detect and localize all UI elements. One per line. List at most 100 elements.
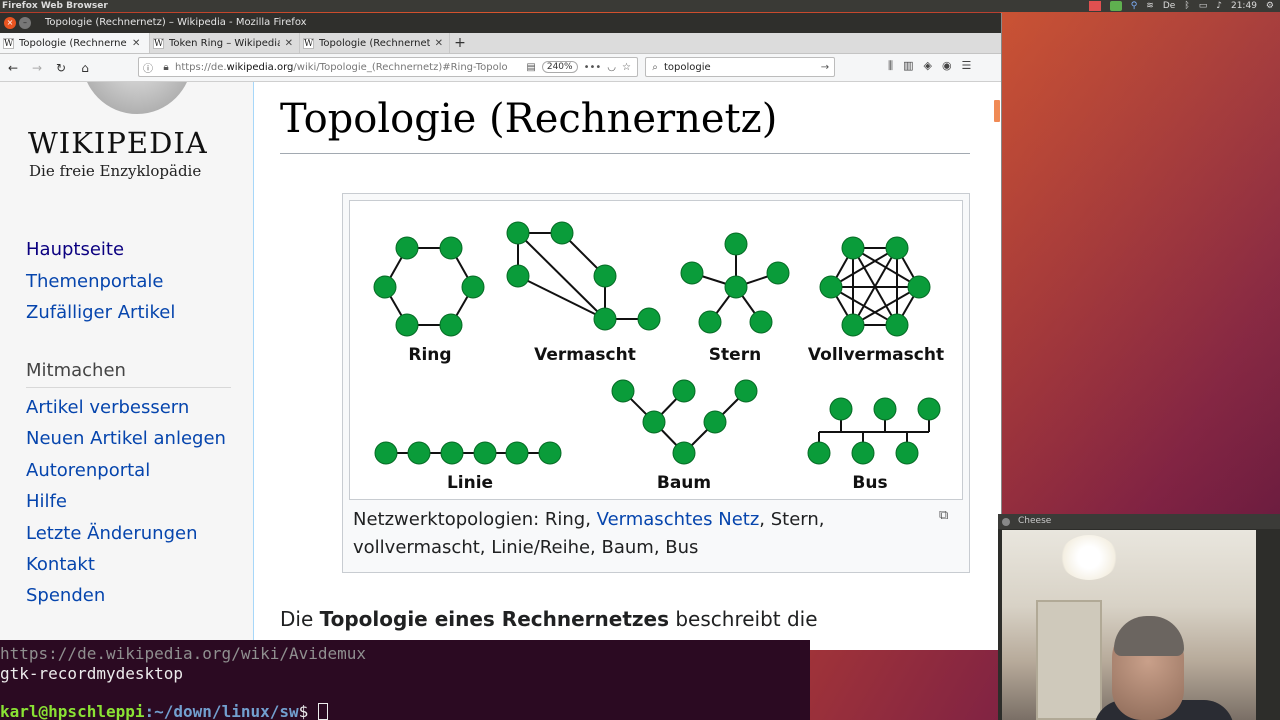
active-app-title: Firefox Web Browser xyxy=(2,1,108,11)
url-text[interactable]: https://de.wikipedia.org/wiki/Topologie_… xyxy=(175,62,526,73)
wiki-sidebar: WIKIPEDIA Die freie Enzyklopädie Hauptse… xyxy=(0,82,254,650)
nav-link[interactable]: Letzte Änderungen xyxy=(26,523,198,544)
caption-link-vermaschtes-netz[interactable]: Vermaschtes Netz xyxy=(597,509,760,530)
label-star: Stern xyxy=(709,345,761,365)
update-icon[interactable] xyxy=(1109,1,1122,11)
nav-item-zufaelliger-artikel: Zufälliger Artikel xyxy=(26,302,175,334)
section-heading-mitmachen: Mitmachen xyxy=(26,360,231,388)
label-mesh: Vermascht xyxy=(534,345,636,365)
cheese-title: Cheese xyxy=(1018,516,1052,526)
topology-figure-image[interactable]: Ring Vermascht Stern Vollvermascht Linie… xyxy=(349,200,963,500)
nav-link[interactable]: Hauptseite xyxy=(26,239,124,260)
nav-link[interactable]: Autorenportal xyxy=(26,460,150,481)
forward-button[interactable]: → xyxy=(28,59,46,77)
wikipedia-globe-logo-icon[interactable] xyxy=(82,82,192,114)
webcam-feed xyxy=(1002,530,1256,720)
bluetooth-icon[interactable]: ᛒ xyxy=(1184,0,1189,12)
wallpaper-highlight xyxy=(1000,12,1280,522)
tab-label: Token Ring – Wikipedia xyxy=(169,37,280,49)
search-bar[interactable]: ⌕ → xyxy=(645,57,835,77)
record-indicator-icon[interactable] xyxy=(1088,1,1101,11)
article-content: Topologie (Rechnernetz) Ring Vermascht S… xyxy=(280,82,970,631)
ring-topology: Ring xyxy=(373,236,485,365)
label-bus: Bus xyxy=(852,473,887,493)
url-bar[interactable]: ⓘ 🔒︎ https://de.wikipedia.org/wiki/Topol… xyxy=(138,57,638,77)
tab-close-icon[interactable]: ✕ xyxy=(285,38,293,49)
mesh-topology: Vermascht xyxy=(506,221,661,365)
cheese-window: Cheese xyxy=(998,514,1280,720)
new-tab-button[interactable]: + xyxy=(450,33,470,53)
bus-topology: Bus xyxy=(807,397,941,493)
wifi-icon[interactable]: ≋ xyxy=(1146,0,1154,12)
settings-gear-icon[interactable]: ⚙ xyxy=(1266,0,1274,12)
page-viewport: WIKIPEDIA Die freie Enzyklopädie Hauptse… xyxy=(0,82,1001,650)
window-minimize-button[interactable]: – xyxy=(19,17,31,29)
terminal-window[interactable]: https://de.wikipedia.org/wiki/Avidemux g… xyxy=(0,640,810,720)
nav-item: Artikel verbessern xyxy=(26,397,241,419)
pocket-icon[interactable]: ◡ xyxy=(607,62,616,73)
label-full-mesh: Vollvermascht xyxy=(808,345,944,365)
reload-button[interactable]: ↻ xyxy=(52,59,70,77)
tab-close-icon[interactable]: ✕ xyxy=(132,38,140,49)
nav-link[interactable]: Artikel verbessern xyxy=(26,397,189,418)
intro-paragraph: Die Topologie eines Rechnernetzes beschr… xyxy=(280,607,818,631)
tab-topologie-second[interactable]: W Topologie (Rechnernetz) ✕ xyxy=(300,33,450,53)
scrollbar-thumb[interactable] xyxy=(994,100,1000,122)
label-line: Linie xyxy=(447,473,493,493)
search-go-icon[interactable]: → xyxy=(816,62,834,73)
wikipedia-favicon-icon: W xyxy=(303,37,314,49)
tree-topology: Baum xyxy=(611,379,758,493)
reader-view-icon[interactable]: ▤ xyxy=(526,62,535,73)
volume-icon[interactable]: ♪ xyxy=(1216,0,1222,12)
terminal-cursor xyxy=(317,703,328,720)
info-icon[interactable]: ⓘ xyxy=(139,60,157,75)
tab-close-icon[interactable]: ✕ xyxy=(435,38,443,49)
nav-link[interactable]: Themenportale xyxy=(26,271,164,292)
back-button[interactable]: ← xyxy=(4,59,22,77)
home-button[interactable]: ⌂ xyxy=(76,59,94,77)
window-close-button[interactable]: × xyxy=(4,17,16,29)
clock[interactable]: 21:49 xyxy=(1231,0,1257,12)
figure-thumbnail: Ring Vermascht Stern Vollvermascht Linie… xyxy=(342,193,970,573)
library-icon[interactable]: ⫼ xyxy=(888,59,893,73)
wikipedia-wordmark[interactable]: WIKIPEDIA xyxy=(28,126,208,160)
nav-item-hauptseite: Hauptseite xyxy=(26,239,175,271)
page-actions-icon[interactable]: ••• xyxy=(584,62,602,73)
tab-label: Topologie (Rechnernetz) xyxy=(319,37,430,49)
nav-link[interactable]: Hilfe xyxy=(26,491,67,512)
tab-topologie-active[interactable]: W Topologie (Rechnernetz) ✕ xyxy=(0,33,150,53)
nav-link[interactable]: Kontakt xyxy=(26,554,95,575)
nav-item: Spenden xyxy=(26,585,241,607)
top-panel: Firefox Web Browser ⚲ ≋ De ᛒ ▭ ♪ 21:49 ⚙ xyxy=(0,0,1280,12)
nav-link[interactable]: Neuen Artikel anlegen xyxy=(26,428,226,449)
sync-icon[interactable]: ◉ xyxy=(942,59,952,73)
enlarge-image-icon[interactable]: ⧉ xyxy=(939,508,957,523)
window-titlebar: × – Topologie (Rechnernetz) – Wikipedia … xyxy=(0,13,1001,33)
wikipedia-favicon-icon: W xyxy=(153,37,164,49)
extension-icon[interactable]: ◈ xyxy=(923,59,931,73)
nav-item: Autorenportal xyxy=(26,460,241,482)
tab-bar: W Topologie (Rechnernetz) ✕ W Token Ring… xyxy=(0,33,1001,54)
tab-token-ring[interactable]: W Token Ring – Wikipedia ✕ xyxy=(150,33,300,53)
network-icon[interactable]: ⚲ xyxy=(1131,0,1138,12)
cheese-titlebar: Cheese xyxy=(998,514,1280,529)
sidebar-toggle-icon[interactable]: ▥ xyxy=(903,59,913,73)
hamburger-menu-icon[interactable]: ☰ xyxy=(962,59,972,73)
nav-item-themenportale: Themenportale xyxy=(26,271,175,303)
lock-icon[interactable]: 🔒︎ xyxy=(157,62,175,73)
bookmark-star-icon[interactable]: ☆ xyxy=(622,62,631,73)
zoom-level-badge[interactable]: 240% xyxy=(541,61,578,73)
keyboard-layout-icon[interactable]: De xyxy=(1163,0,1175,12)
toolbar-right-icons: ⫼ ▥ ◈ ◉ ☰ xyxy=(888,59,971,73)
window-control-icon[interactable] xyxy=(1002,518,1010,526)
terminal-prompt[interactable]: karl@hpschleppi:~/down/linux/sw$ xyxy=(0,702,328,720)
nav-link[interactable]: Spenden xyxy=(26,585,105,606)
battery-icon[interactable]: ▭ xyxy=(1199,0,1208,12)
firefox-window: × – Topologie (Rechnernetz) – Wikipedia … xyxy=(0,13,1002,650)
search-input[interactable] xyxy=(664,61,816,73)
wikipedia-tagline: Die freie Enzyklopädie xyxy=(29,162,202,180)
terminal-line: gtk-recordmydesktop xyxy=(0,664,184,683)
search-icon: ⌕ xyxy=(652,61,658,73)
label-ring: Ring xyxy=(408,345,451,365)
nav-link[interactable]: Zufälliger Artikel xyxy=(26,302,175,323)
